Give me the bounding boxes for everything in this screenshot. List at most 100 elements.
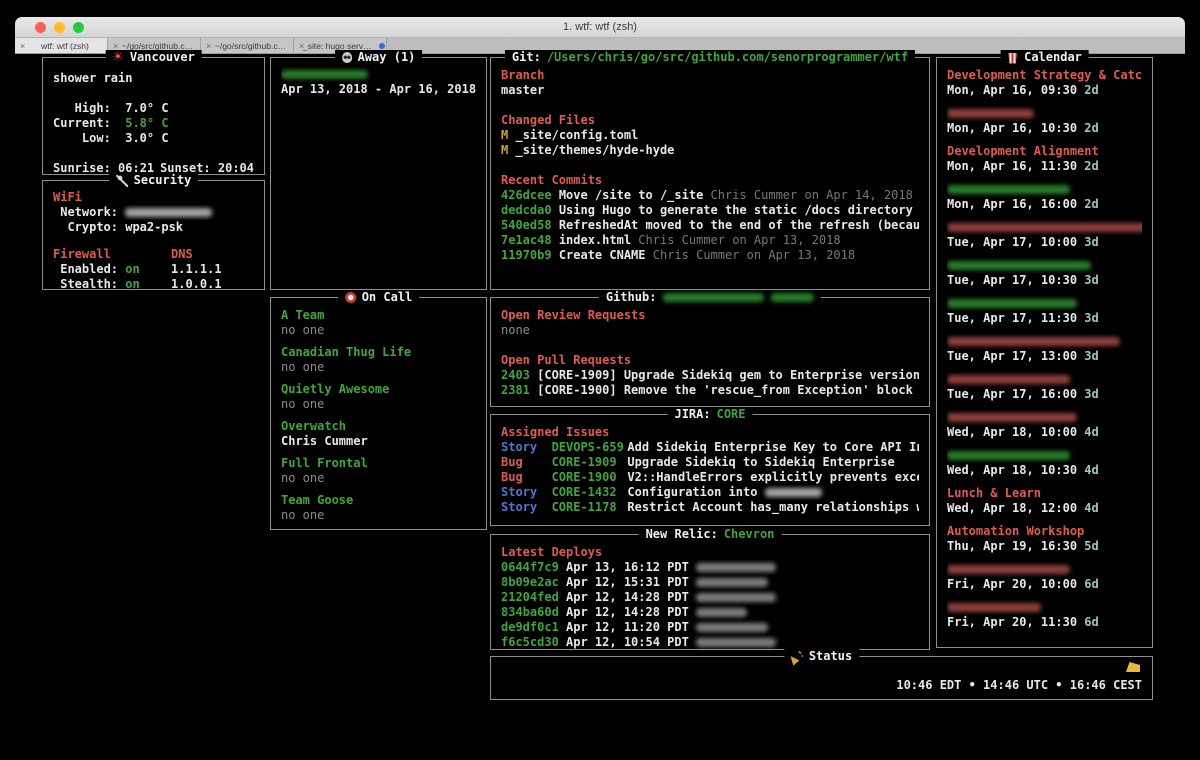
event-title [947,220,1142,235]
event-days-until: 4d [1084,425,1098,439]
minimize-window-button[interactable] [54,22,65,33]
event-date-row: Mon, Apr 16, 11:30 2d [947,159,1142,174]
commit-message: Create CNAME [559,248,646,262]
event-days-until: 6d [1084,577,1098,591]
deploy-author-redacted [696,623,768,632]
event-days-until: 2d [1084,159,1098,173]
temp-label: High: [53,101,111,116]
event-title-redacted [947,375,1070,384]
event-title-redacted [947,565,1070,574]
deploy-hash: de9df0c1 [501,620,559,634]
calendar-event: Tue, Apr 17, 11:30 3d [947,296,1142,326]
commit-row: 540ed58 RefreshedAt moved to the end of … [501,218,919,233]
event-date-row: Tue, Apr 17, 10:00 3d [947,235,1142,250]
weather-condition: shower rain [53,71,254,86]
jira-issue-row: StoryCORE-1432Configuration into [501,485,919,500]
wifi-row: Network: [53,205,254,220]
zoom-window-button[interactable] [73,22,84,33]
pull-requests-heading: Open Pull Requests [501,353,919,368]
event-days-until: 3d [1084,235,1098,249]
event-date: Tue, Apr 17, 13:00 [947,349,1077,363]
deploy-row: 8b09e2ac Apr 12, 15:31 PDT [501,575,919,590]
event-date-row: Mon, Apr 16, 09:30 2d [947,83,1142,98]
branch-name: master [501,83,919,98]
issue-summary: Upgrade Sidekiq to Sidekiq Enterprise [627,455,894,469]
event-title [947,182,1142,197]
deploy-time: Apr 12, 11:20 PDT [566,620,689,634]
weather-temp-row: High: 7.0° C [53,101,254,116]
deploy-time: Apr 13, 16:12 PDT [566,560,689,574]
network-name-redacted [125,208,212,217]
weather-panel: Vancouver shower rain High:7.0° CCurrent… [42,57,265,175]
tab-1[interactable]: ×wtf: wtf (zsh) [15,38,108,53]
event-title-redacted [947,109,1034,118]
calendar-event: Tue, Apr 17, 10:00 3d [947,220,1142,250]
pr-number: 2381 [501,383,530,397]
event-days-until: 3d [1084,273,1098,287]
jira-issue-row: StoryCORE-1178Restrict Account has_many … [501,500,919,515]
close-window-button[interactable] [35,22,46,33]
event-date-row: Fri, Apr 20, 10:00 6d [947,577,1142,592]
jira-panel: JIRA: CORE Assigned Issues StoryDEVOPS-6… [490,414,930,526]
team-name: Quietly Awesome [281,382,476,397]
away-date-range: Apr 13, 2018 - Apr 16, 2018 [281,82,476,97]
file-path: _site/config.toml [515,128,638,142]
team-person: no one [281,360,476,375]
event-days-until: 5d [1084,539,1098,553]
event-days-until: 3d [1084,349,1098,363]
event-title-redacted [947,185,1070,194]
firewall-heading: Firewall [53,247,171,262]
tab-close-icon[interactable]: × [113,41,118,51]
firewall-row-value: on [125,277,139,289]
dns-value: 1.0.0.1 [171,277,222,289]
event-date-row: Mon, Apr 16, 16:00 2d [947,197,1142,212]
deploy-row: de9df0c1 Apr 12, 11:20 PDT [501,620,919,635]
event-title-redacted [947,261,1091,270]
issue-type: Bug [501,470,552,485]
event-days-until: 2d [1084,197,1098,211]
wifi-row-label: Network: [53,205,118,220]
oncall-team: A Teamno one [281,308,476,338]
event-date: Mon, Apr 16, 16:00 [947,197,1077,211]
firewall-row-label: Enabled: [53,262,118,277]
recent-commits-heading: Recent Commits [501,173,919,188]
event-date: Mon, Apr 16, 09:30 [947,83,1077,97]
event-title [947,372,1142,387]
event-date: Tue, Apr 17, 16:00 [947,387,1077,401]
event-days-until: 3d [1084,387,1098,401]
event-date-row: Fri, Apr 20, 11:30 6d [947,615,1142,630]
event-title-redacted [947,299,1077,308]
oncall-team: Canadian Thug Lifeno one [281,345,476,375]
event-date-row: Tue, Apr 17, 11:30 3d [947,311,1142,326]
deploy-hash: f6c5cd30 [501,635,559,649]
temp-value: 5.8° C [125,116,168,130]
calendar-event: Tue, Apr 17, 10:30 3d [947,258,1142,288]
calendar-event: Tue, Apr 17, 16:00 3d [947,372,1142,402]
deploy-time: Apr 12, 14:28 PDT [566,605,689,619]
deploy-hash: 834ba60d [501,605,559,619]
event-date: Tue, Apr 17, 11:30 [947,311,1077,325]
issue-summary: Configuration into [627,485,757,499]
tab-3[interactable]: ×~/go/src/github.com/senor... [201,38,294,53]
event-date: Mon, Apr 16, 10:30 [947,121,1077,135]
tab-activity-dot-icon [379,43,385,49]
commit-row: dedcda0 Using Hugo to generate the stati… [501,203,919,218]
team-person: no one [281,471,476,486]
temp-value: 7.0° C [125,101,168,115]
jira-issue-row: StoryDEVOPS-659Add Sidekiq Enterprise Ke… [501,440,919,455]
pull-request-row: 2381 [CORE-1900] Remove the 'rescue_from… [501,383,919,398]
commit-hash: 7e1ac48 [501,233,552,247]
tab-close-icon[interactable]: × [206,41,211,51]
event-title-text: Development Strategy & Catch Up [947,68,1142,82]
deploy-author-redacted [696,563,775,572]
commit-message: Using Hugo to generate the static /docs … [559,203,913,217]
event-title: Automation Workshop [947,524,1142,539]
away-person-name [281,67,476,82]
team-name: A Team [281,308,476,323]
event-days-until: 2d [1084,121,1098,135]
issue-key: DEVOPS-659 [552,440,628,455]
event-title: Development Alignment [947,144,1142,159]
event-title [947,600,1142,615]
tab-close-icon[interactable]: × [299,41,304,51]
tab-close-icon[interactable]: × [20,41,25,51]
